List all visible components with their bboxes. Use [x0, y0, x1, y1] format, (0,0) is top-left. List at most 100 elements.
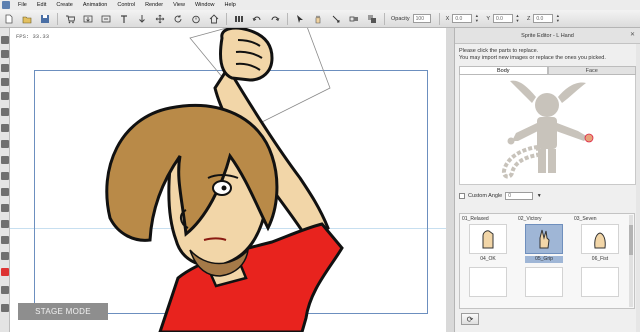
instructions: Please click the parts to replace. You m…: [455, 44, 640, 62]
list-item[interactable]: [518, 266, 572, 297]
panel-scrollbar[interactable]: [636, 44, 640, 332]
tool-icon[interactable]: [1, 204, 9, 212]
list-item[interactable]: 03_Seven: [574, 216, 628, 254]
x-label: X: [445, 15, 450, 22]
tool-icon[interactable]: [1, 124, 9, 132]
tool-icon[interactable]: [1, 36, 9, 44]
stage-mode-button[interactable]: STAGE MODE: [18, 303, 108, 320]
sprite-thumbnail[interactable]: [469, 267, 507, 297]
menu-create[interactable]: Create: [51, 2, 78, 8]
sprite-thumbnail[interactable]: [581, 224, 619, 254]
redo-icon[interactable]: [269, 13, 281, 25]
y-input[interactable]: 0.0: [493, 14, 513, 23]
tool-icon[interactable]: [1, 236, 9, 244]
tab-face[interactable]: Face: [547, 66, 636, 74]
text-tool-icon[interactable]: [118, 13, 130, 25]
close-icon[interactable]: ✕: [629, 32, 636, 39]
panel-tabs: Body Face: [459, 66, 636, 75]
tool-icon[interactable]: [1, 286, 9, 294]
toolbar-divider: [226, 12, 227, 25]
y-label: Y: [486, 15, 490, 22]
tool-icon[interactable]: [1, 92, 9, 100]
refresh-button[interactable]: ⟳: [461, 313, 479, 325]
opacity-input[interactable]: 100: [412, 14, 431, 23]
toolbar-divider: [287, 12, 288, 25]
save-icon[interactable]: [39, 13, 51, 25]
layer-icon[interactable]: [366, 13, 378, 25]
record-icon[interactable]: [1, 268, 9, 276]
link-icon[interactable]: [348, 13, 360, 25]
move-all-icon[interactable]: [154, 13, 166, 25]
tool-icon[interactable]: [1, 172, 9, 180]
import-icon[interactable]: [82, 13, 94, 25]
list-item[interactable]: [574, 266, 628, 297]
tool-icon[interactable]: [1, 188, 9, 196]
tool-icon[interactable]: [1, 156, 9, 164]
x-input[interactable]: 0.0: [452, 14, 473, 23]
menu-edit[interactable]: Edit: [32, 2, 51, 8]
sprite-thumbnail[interactable]: [469, 224, 507, 254]
y-stepper[interactable]: ▲ ▼: [515, 13, 520, 23]
list-item[interactable]: 04_OK: [462, 256, 516, 263]
pan-icon[interactable]: [312, 13, 324, 25]
sprite-name: 04_OK: [480, 256, 496, 262]
list-item[interactable]: 02_Victory: [518, 216, 572, 254]
move-down-icon[interactable]: [136, 13, 148, 25]
list-item[interactable]: 05_Grip: [518, 256, 572, 263]
toolbar-divider: [57, 12, 58, 25]
sprite-name: 05_Grip: [525, 256, 563, 263]
menu-file[interactable]: File: [13, 2, 32, 8]
left-toolbar: [0, 28, 10, 332]
tool-icon[interactable]: [1, 108, 9, 116]
panel-title: Sprite Editor - L Hand: [521, 32, 574, 39]
export-icon[interactable]: [100, 13, 112, 25]
rotate-icon[interactable]: [172, 13, 184, 25]
main-toolbar: Opacity 100 X 0.0 ▲ ▼ Y 0.0 ▲ ▼ Z 0.0 ▲ ▼: [0, 10, 640, 28]
undo-icon[interactable]: [251, 13, 263, 25]
body-preview[interactable]: [459, 75, 636, 185]
open-folder-icon[interactable]: [21, 13, 33, 25]
menu-help[interactable]: Help: [220, 2, 241, 8]
transform-icon[interactable]: [330, 13, 342, 25]
select-arrow-icon[interactable]: [294, 13, 306, 25]
tool-icon[interactable]: [1, 140, 9, 148]
new-file-icon[interactable]: [3, 13, 15, 25]
list-item[interactable]: 01_Relaxed: [462, 216, 516, 254]
sprite-thumbnail[interactable]: [581, 267, 619, 297]
tool-icon[interactable]: [1, 252, 9, 260]
tool-icon[interactable]: [1, 50, 9, 58]
timer-icon[interactable]: [190, 13, 202, 25]
list-item[interactable]: 06_Fist: [574, 256, 628, 263]
home-icon[interactable]: [208, 13, 220, 25]
character-template-figure[interactable]: [460, 75, 636, 183]
list-item[interactable]: [462, 266, 516, 297]
tool-icon[interactable]: [1, 64, 9, 72]
menu-animation[interactable]: Animation: [78, 2, 112, 8]
custom-angle-checkbox[interactable]: [459, 192, 465, 199]
tool-icon[interactable]: [1, 304, 9, 312]
tool-icon[interactable]: [1, 78, 9, 86]
z-input[interactable]: 0.0: [533, 14, 554, 23]
instructions-line-1: Please click the parts to replace.: [459, 48, 539, 54]
custom-angle-input[interactable]: 0: [505, 191, 534, 200]
menu-window[interactable]: Window: [190, 2, 220, 8]
list-scrollbar[interactable]: [629, 215, 633, 307]
sprite-thumbnail[interactable]: [525, 267, 563, 297]
scrollbar-thumb[interactable]: [629, 225, 633, 255]
character-figure[interactable]: [10, 28, 446, 332]
sprite-list: 01_Relaxed 02_Victory 03_Seven 04_OK 05_…: [459, 213, 635, 309]
custom-angle-row: Custom Angle 0 ▼: [459, 191, 636, 200]
z-stepper[interactable]: ▲ ▼: [555, 13, 560, 23]
chevron-down-icon[interactable]: ▼: [535, 192, 543, 200]
sprite-thumbnail[interactable]: [525, 224, 563, 254]
menu-render[interactable]: Render: [140, 2, 168, 8]
tool-icon[interactable]: [1, 220, 9, 228]
menu-view[interactable]: View: [168, 2, 190, 8]
timeline-icon[interactable]: [233, 13, 245, 25]
x-stepper[interactable]: ▲ ▼: [474, 13, 479, 23]
tab-body[interactable]: Body: [459, 66, 548, 74]
sprite-name: 01_Relaxed: [462, 216, 489, 222]
menu-control[interactable]: Control: [112, 2, 140, 8]
stage-canvas[interactable]: FPS: 33.33 STAGE MODE: [10, 28, 446, 332]
cart-icon[interactable]: [64, 13, 76, 25]
